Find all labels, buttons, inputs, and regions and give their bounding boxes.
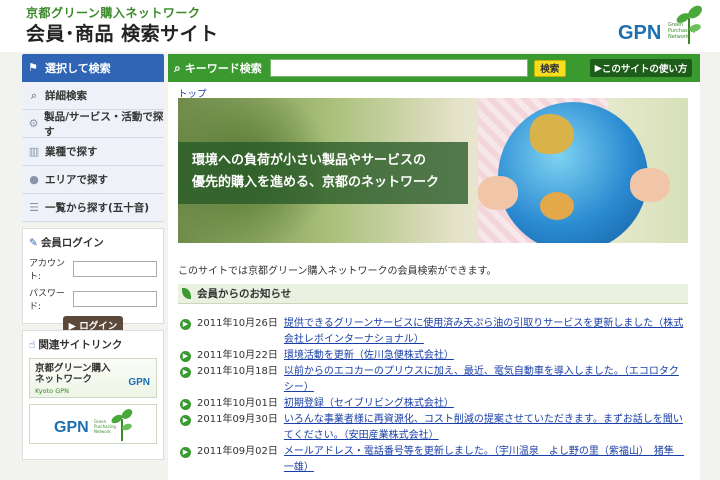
account-label: アカウント: xyxy=(29,259,66,282)
login-title-text: 会員ログイン xyxy=(40,237,104,249)
news-date: 2011年09月02日 xyxy=(197,446,278,457)
sidebar-item-detailed-search[interactable]: ⌕ 詳細検索 xyxy=(22,82,164,110)
banner-line2: ネットワーク xyxy=(35,374,93,385)
news-link[interactable]: いろんな事業者様に再資源化、コスト削減の提案させていただきます。まずお話しを聞い… xyxy=(284,412,688,444)
related-links-panel: ☝ 関連サイトリンク 京都グリーン購入 ネットワーク Kyoto GPN GPN G… xyxy=(22,330,164,460)
search-icon: ⌕ xyxy=(174,60,181,75)
globe-land xyxy=(530,114,574,154)
arrow-icon: ▶ xyxy=(180,415,191,426)
gpn-banner-logo: GPN xyxy=(54,419,89,436)
keyword-search-label: ⌕ キーワード検索 xyxy=(174,60,262,76)
leaf-icon xyxy=(182,288,191,299)
building-icon: ▥ xyxy=(28,145,40,158)
sidebar-nav: ⚑ 選択して検索 ⌕ 詳細検索 ⚙ 製品/サービス・活動で探す ▥ 業種で探す … xyxy=(22,54,164,222)
sidebar-item-products[interactable]: ⚙ 製品/サービス・活動で探す xyxy=(22,110,164,138)
arrow-icon: ▶ xyxy=(180,399,191,410)
news-link[interactable]: 環境活動を更新（佐川急便株式会社） xyxy=(284,348,454,364)
arrow-icon: ▶ xyxy=(180,367,191,378)
password-row: パスワード: xyxy=(29,286,157,312)
sprout-icon xyxy=(111,409,133,441)
sidebar-item-list[interactable]: ☰ 一覧から探す(五十音) xyxy=(22,194,164,222)
kyoto-gpn-banner-sub: Kyoto GPN xyxy=(35,387,70,395)
kyoto-gpn-banner[interactable]: 京都グリーン購入 ネットワーク Kyoto GPN GPN xyxy=(29,358,157,398)
gpn-logo[interactable]: GPN Green Purchasing Network xyxy=(618,4,704,48)
gpn-banner[interactable]: GPN Green Purchasing Network xyxy=(29,404,157,444)
gears-icon: ⚙ xyxy=(28,117,39,130)
gpn-logo-text: GPN xyxy=(618,22,662,44)
sidebar-item-label: 詳細検索 xyxy=(45,90,87,102)
news-link[interactable]: 提供できるグリーンサービスに使用済み天ぷら油の引取りサービスを更新しました（株式… xyxy=(284,316,688,348)
sidebar-item-label: 製品/サービス・活動で探す xyxy=(44,110,164,138)
main-content: トップ 環境への負荷が小さい製品やサービスの 優先的購入を進める、京都のネットワ… xyxy=(168,82,700,480)
keyword-search-bar: ⌕ キーワード検索 検索 ▶ このサイトの使い方 xyxy=(168,54,700,82)
globe-land xyxy=(540,192,574,220)
related-title-text: 関連サイトリンク xyxy=(38,339,123,351)
news-date: 2011年10月26日 xyxy=(197,318,278,329)
password-label: パスワード: xyxy=(29,289,66,312)
news-date: 2011年10月01日 xyxy=(197,398,278,409)
sprout-icon xyxy=(676,5,702,44)
news-link[interactable]: 初期登録（セイブリビング株式会社） xyxy=(284,396,454,412)
news-item: ▶ 2011年10月01日 初期登録（セイブリビング株式会社） xyxy=(180,396,688,412)
news-date: 2011年10月18日 xyxy=(197,366,278,377)
site-title[interactable]: 会員･商品 検索サイト xyxy=(26,19,219,46)
news-item: ▶ 2011年09月30日 いろんな事業者様に再資源化、コスト削減の提案させてい… xyxy=(180,412,688,444)
login-title: ✎ 会員ログイン xyxy=(29,235,157,250)
globe-image xyxy=(498,102,648,243)
news-item: ▶ 2011年10月22日 環境活動を更新（佐川急便株式会社） xyxy=(180,348,688,364)
hand-image xyxy=(630,168,670,202)
nav-header: ⚑ 選択して検索 xyxy=(22,54,164,82)
search-button[interactable]: 検索 xyxy=(533,59,566,77)
member-login-panel: ✎ 会員ログイン アカウント: パスワード: ▶ ログイン xyxy=(22,228,164,333)
news-item: ▶ 2011年10月18日 以前からのエコカーのプリウスに加え、最近、電気自動車… xyxy=(180,364,688,396)
news-list: ▶ 2011年10月26日 提供できるグリーンサービスに使用済み天ぷら油の引取り… xyxy=(180,316,688,476)
news-date: 2011年10月22日 xyxy=(197,350,278,361)
account-row: アカウント: xyxy=(29,256,157,282)
pointing-hand-icon: ☝ xyxy=(29,339,36,351)
pencil-icon: ✎ xyxy=(29,237,38,249)
sidebar-item-area[interactable]: ● エリアで探す xyxy=(22,166,164,194)
news-section-title: 会員からのお知らせ xyxy=(197,288,292,300)
search-icon: ⌕ xyxy=(30,88,38,102)
related-title: ☝ 関連サイトリンク xyxy=(29,337,157,352)
keyword-search-input[interactable] xyxy=(269,59,528,77)
hero-image: 環境への負荷が小さい製品やサービスの 優先的購入を進める、京都のネットワーク xyxy=(178,98,688,243)
account-field[interactable] xyxy=(73,261,157,277)
map-pin-icon: ● xyxy=(29,173,39,186)
arrow-icon: ▶ xyxy=(180,447,191,458)
site-header: 京都グリーン購入ネットワーク 会員･商品 検索サイト GPN Green Pur… xyxy=(0,0,720,52)
nav-header-label: 選択して検索 xyxy=(45,62,111,75)
hero-caption-line1: 環境への負荷が小さい製品やサービスの xyxy=(192,153,427,168)
hero-caption: 環境への負荷が小さい製品やサービスの 優先的購入を進める、京都のネットワーク xyxy=(178,142,468,204)
sidebar-item-label: エリアで探す xyxy=(45,174,108,186)
banner-line1: 京都グリーン購入 xyxy=(35,363,111,374)
arrow-icon: ▶ xyxy=(180,351,191,362)
hand-image xyxy=(478,176,518,210)
news-link[interactable]: メールアドレス・電話番号等を更新しました。（宇川温泉 よし野の里（紫福山） 猪隼… xyxy=(284,444,688,476)
intro-text: このサイトでは京都グリーン購入ネットワークの会員検索ができます。 xyxy=(178,266,497,277)
kyoto-gpn-banner-title: 京都グリーン購入 ネットワーク xyxy=(35,363,111,385)
hero-caption-line2: 優先的購入を進める、京都のネットワーク xyxy=(192,175,440,190)
kyoto-gpn-banner-logo: GPN xyxy=(128,377,150,388)
sidebar-item-label: 業種で探す xyxy=(45,146,98,158)
news-item: ▶ 2011年09月02日 メールアドレス・電話番号等を更新しました。（宇川温泉… xyxy=(180,444,688,476)
sidebar-item-label: 一覧から探す(五十音) xyxy=(45,202,150,214)
news-section-header: 会員からのお知らせ xyxy=(178,284,688,304)
password-field[interactable] xyxy=(73,291,157,307)
sidebar-item-industry[interactable]: ▥ 業種で探す xyxy=(22,138,164,166)
how-to-use-button[interactable]: ▶ このサイトの使い方 xyxy=(590,59,692,77)
play-icon: ▶ xyxy=(594,62,602,74)
arrow-icon: ▶ xyxy=(180,319,191,330)
keyword-search-label-text: キーワード検索 xyxy=(184,62,262,75)
list-icon: ☰ xyxy=(29,201,39,214)
news-date: 2011年09月30日 xyxy=(197,414,278,425)
select-filter-icon: ⚑ xyxy=(28,61,38,74)
news-item: ▶ 2011年10月26日 提供できるグリーンサービスに使用済み天ぷら油の引取り… xyxy=(180,316,688,348)
news-link[interactable]: 以前からのエコカーのプリウスに加え、最近、電気自動車を導入しました。（エコロタク… xyxy=(284,364,688,396)
how-to-use-label: このサイトの使い方 xyxy=(601,64,688,75)
